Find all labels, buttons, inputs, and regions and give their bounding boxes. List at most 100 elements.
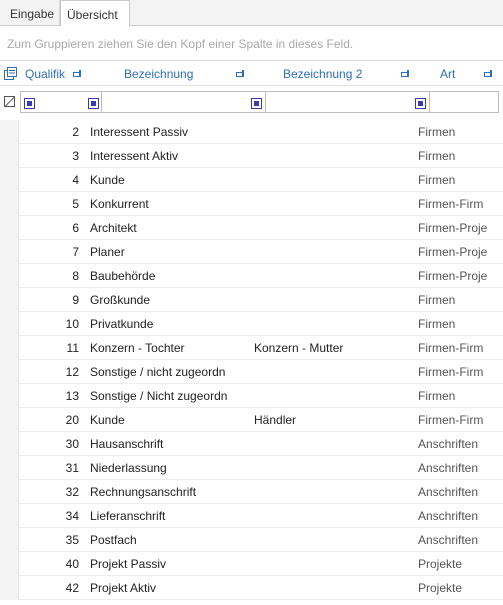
table-row[interactable]: 8 Baubehörde Firmen-Proje [0, 264, 503, 288]
cell-art[interactable]: Firmen-Proje [418, 264, 503, 288]
cell-bezeichnung-2[interactable]: Konzern - Mutter [254, 336, 414, 360]
column-header-bezeichnung-2[interactable]: Bezeichnung 2 [283, 62, 393, 86]
row-indicator[interactable] [0, 216, 19, 240]
cell-bezeichnung-2[interactable] [254, 432, 414, 456]
cell-bezeichnung-2[interactable] [254, 192, 414, 216]
row-indicator[interactable] [0, 336, 19, 360]
table-row[interactable]: 3 Interessent Aktiv Firmen [0, 144, 503, 168]
cell-bezeichnung-2[interactable] [254, 120, 414, 144]
cell-qualifik[interactable]: 42 [20, 576, 79, 600]
row-indicator[interactable] [0, 552, 19, 576]
cell-bezeichnung[interactable]: Baubehörde [90, 264, 250, 288]
cell-bezeichnung-2[interactable] [254, 312, 414, 336]
row-indicator[interactable] [0, 576, 19, 600]
table-row[interactable]: 34 Lieferanschrift Anschriften [0, 504, 503, 528]
cell-qualifik[interactable]: 11 [20, 336, 79, 360]
table-row[interactable]: 4 Kunde Firmen [0, 168, 503, 192]
cell-art[interactable]: Firmen-Firm [418, 336, 503, 360]
cell-qualifik[interactable]: 31 [20, 456, 79, 480]
cell-qualifik[interactable]: 2 [20, 120, 79, 144]
cell-art[interactable]: Firmen [418, 288, 503, 312]
filter-input-qualifik[interactable] [20, 91, 102, 113]
filter-clear-icon[interactable] [4, 96, 15, 107]
column-header-bezeichnung[interactable]: Bezeichnung [124, 62, 234, 86]
table-row[interactable]: 2 Interessent Passiv Firmen [0, 120, 503, 144]
cell-bezeichnung-2[interactable] [254, 144, 414, 168]
row-indicator[interactable] [0, 528, 19, 552]
cell-art[interactable]: Projekte [418, 552, 503, 576]
column-header-art[interactable]: Art [440, 62, 480, 86]
cell-qualifik[interactable]: 20 [20, 408, 79, 432]
filter-input-bezeichnung-2[interactable] [265, 91, 430, 113]
cell-qualifik[interactable]: 32 [20, 480, 79, 504]
cell-bezeichnung-2[interactable] [254, 384, 414, 408]
filter-checkbox-icon[interactable] [88, 98, 99, 109]
cell-qualifik[interactable]: 10 [20, 312, 79, 336]
table-row[interactable]: 12 Sonstige / nicht zugeordn Firmen-Firm [0, 360, 503, 384]
row-indicator[interactable] [0, 456, 19, 480]
table-row[interactable]: 30 Hausanschrift Anschriften [0, 432, 503, 456]
table-row[interactable]: 20 Kunde Händler Firmen-Firm [0, 408, 503, 432]
cell-art[interactable]: Firmen-Firm [418, 192, 503, 216]
table-row[interactable]: 13 Sonstige / Nicht zugeordn Firmen [0, 384, 503, 408]
row-indicator[interactable] [0, 264, 19, 288]
row-indicator[interactable] [0, 360, 19, 384]
group-by-panel[interactable]: Zum Gruppieren ziehen Sie den Kopf einer… [0, 27, 503, 61]
cell-bezeichnung-2[interactable] [254, 456, 414, 480]
pin-icon[interactable] [401, 69, 411, 78]
table-row[interactable]: 9 Großkunde Firmen [0, 288, 503, 312]
cell-art[interactable]: Anschriften [418, 528, 503, 552]
filter-checkbox-icon[interactable] [24, 98, 35, 109]
cell-bezeichnung[interactable]: Projekt Aktiv [90, 576, 250, 600]
table-row[interactable]: 31 Niederlassung Anschriften [0, 456, 503, 480]
cell-bezeichnung-2[interactable]: Händler [254, 408, 414, 432]
cell-qualifik[interactable]: 35 [20, 528, 79, 552]
cell-bezeichnung[interactable]: Planer [90, 240, 250, 264]
cell-bezeichnung[interactable]: Privatkunde [90, 312, 250, 336]
cell-art[interactable]: Firmen-Proje [418, 240, 503, 264]
cell-bezeichnung[interactable]: Projekt Passiv [90, 552, 250, 576]
tab-eingabe[interactable]: Eingabe [4, 0, 60, 26]
row-indicator[interactable] [0, 480, 19, 504]
cell-bezeichnung[interactable]: Kunde [90, 168, 250, 192]
cell-qualifik[interactable]: 12 [20, 360, 79, 384]
filter-checkbox-icon[interactable] [251, 98, 262, 109]
row-indicator[interactable] [0, 504, 19, 528]
cell-bezeichnung[interactable]: Konzern - Tochter [90, 336, 250, 360]
cell-art[interactable]: Firmen [418, 168, 503, 192]
cell-bezeichnung-2[interactable] [254, 216, 414, 240]
filter-input-art[interactable] [429, 91, 499, 113]
cell-bezeichnung-2[interactable] [254, 480, 414, 504]
table-row[interactable]: 11 Konzern - Tochter Konzern - Mutter Firme… [0, 336, 503, 360]
cell-art[interactable]: Firmen [418, 144, 503, 168]
cell-bezeichnung[interactable]: Interessent Passiv [90, 120, 250, 144]
cell-bezeichnung[interactable]: Sonstige / nicht zugeordn [90, 360, 250, 384]
row-indicator[interactable] [0, 168, 19, 192]
filter-input-bezeichnung[interactable] [101, 91, 266, 113]
cell-bezeichnung[interactable]: Kunde [90, 408, 250, 432]
row-indicator[interactable] [0, 408, 19, 432]
cell-art[interactable]: Firmen-Firm [418, 408, 503, 432]
cell-art[interactable]: Projekte [418, 576, 503, 600]
table-row[interactable]: 5 Konkurrent Firmen-Firm [0, 192, 503, 216]
cell-art[interactable]: Firmen-Proje [418, 216, 503, 240]
cell-bezeichnung-2[interactable] [254, 288, 414, 312]
row-indicator[interactable] [0, 288, 19, 312]
cell-qualifik[interactable]: 9 [20, 288, 79, 312]
cell-qualifik[interactable]: 30 [20, 432, 79, 456]
table-row[interactable]: 7 Planer Firmen-Proje [0, 240, 503, 264]
row-indicator[interactable] [0, 144, 19, 168]
cell-bezeichnung-2[interactable] [254, 240, 414, 264]
cell-qualifik[interactable]: 13 [20, 384, 79, 408]
cell-bezeichnung-2[interactable] [254, 264, 414, 288]
cell-bezeichnung-2[interactable] [254, 504, 414, 528]
cell-qualifik[interactable]: 3 [20, 144, 79, 168]
row-indicator[interactable] [0, 120, 19, 144]
cell-qualifik[interactable]: 40 [20, 552, 79, 576]
cell-bezeichnung[interactable]: Hausanschrift [90, 432, 250, 456]
row-indicator[interactable] [0, 312, 19, 336]
cell-bezeichnung[interactable]: Lieferanschrift [90, 504, 250, 528]
cell-art[interactable]: Anschriften [418, 504, 503, 528]
cell-bezeichnung[interactable]: Großkunde [90, 288, 250, 312]
cell-art[interactable]: Firmen [418, 120, 503, 144]
